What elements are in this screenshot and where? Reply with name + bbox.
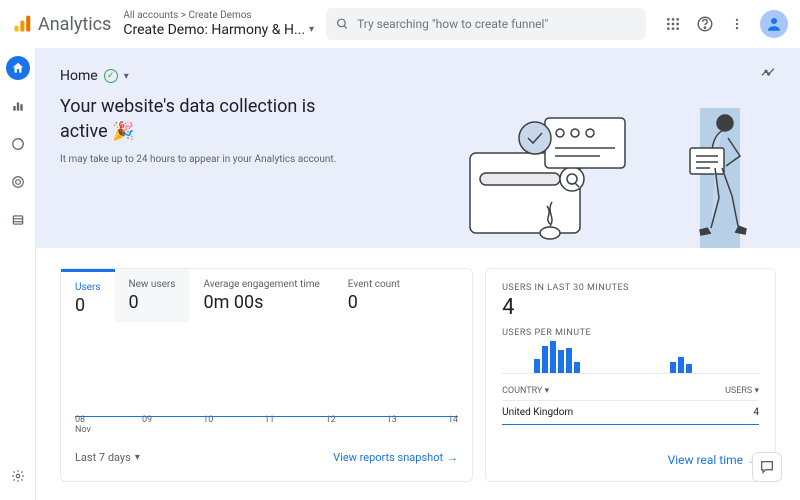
nav-configure[interactable]: [6, 208, 30, 232]
bar-chart-icon: [11, 99, 25, 113]
feedback-button[interactable]: [752, 452, 782, 482]
nav-admin[interactable]: [6, 464, 30, 488]
analytics-logo-icon: [12, 14, 32, 34]
product-name: Analytics: [38, 14, 111, 35]
realtime-label: Users in last 30 minutes: [502, 283, 759, 293]
apps-icon[interactable]: [664, 15, 682, 33]
home-icon: [11, 61, 25, 75]
tab-events[interactable]: Event count 0: [334, 269, 414, 322]
gear-icon: [11, 469, 25, 483]
hero-banner: Home ✓ ▾ Your website's data collection …: [36, 48, 800, 248]
users-per-minute-label: Users per minute: [502, 328, 759, 338]
side-nav: [0, 48, 36, 500]
overview-card: Users 0 New users 0 Average engagement t…: [60, 268, 473, 482]
search-icon: [336, 17, 349, 31]
breadcrumb-current: Create Demo: Harmony & H...: [123, 22, 305, 39]
breadcrumb-path: All accounts > Create Demos: [123, 10, 314, 22]
chat-icon: [759, 459, 775, 475]
line-chart: 08Nov 09 10 11 12 13 14: [61, 323, 472, 443]
user-avatar[interactable]: [760, 10, 788, 38]
view-reports-link[interactable]: View reports snapshot →: [333, 451, 458, 464]
users-per-minute-chart: [502, 338, 759, 374]
account-picker[interactable]: All accounts > Create Demos Create Demo:…: [123, 10, 314, 39]
col-users[interactable]: Users ▾: [725, 386, 759, 396]
list-icon: [11, 213, 25, 227]
hero-illustration: [460, 98, 780, 248]
realtime-value: 4: [502, 295, 759, 320]
hero-headline-1: Your website's data collection is: [60, 96, 315, 117]
status-badge[interactable]: ✓: [104, 69, 118, 83]
date-range-picker[interactable]: Last 7 days ▾: [75, 451, 140, 464]
search-input[interactable]: [357, 17, 636, 31]
page-title: Home: [60, 68, 98, 84]
analytics-logo: Analytics: [12, 14, 111, 35]
insights-icon[interactable]: [760, 66, 776, 82]
realtime-card: Users in last 30 minutes 4 Users per min…: [485, 268, 776, 482]
hero-headline-2: active 🎉: [60, 121, 135, 142]
target-icon: [11, 175, 25, 189]
nav-explore[interactable]: [6, 132, 30, 156]
chevron-down-icon: ▾: [309, 24, 314, 36]
nav-reports[interactable]: [6, 94, 30, 118]
nav-home[interactable]: [6, 56, 30, 80]
more-icon[interactable]: [728, 15, 746, 33]
tab-users[interactable]: Users 0: [61, 269, 115, 322]
help-icon[interactable]: [696, 15, 714, 33]
chevron-down-icon[interactable]: ▾: [124, 71, 129, 82]
tab-engagement[interactable]: Average engagement time 0m 00s: [189, 269, 333, 322]
search-box[interactable]: [326, 8, 646, 40]
nav-advertising[interactable]: [6, 170, 30, 194]
col-country[interactable]: Country ▾: [502, 386, 549, 396]
tab-new-users[interactable]: New users 0: [115, 269, 190, 322]
view-realtime-link[interactable]: View real time →: [668, 453, 759, 467]
table-row: United Kingdom 4: [502, 401, 759, 425]
explore-icon: [11, 137, 25, 151]
